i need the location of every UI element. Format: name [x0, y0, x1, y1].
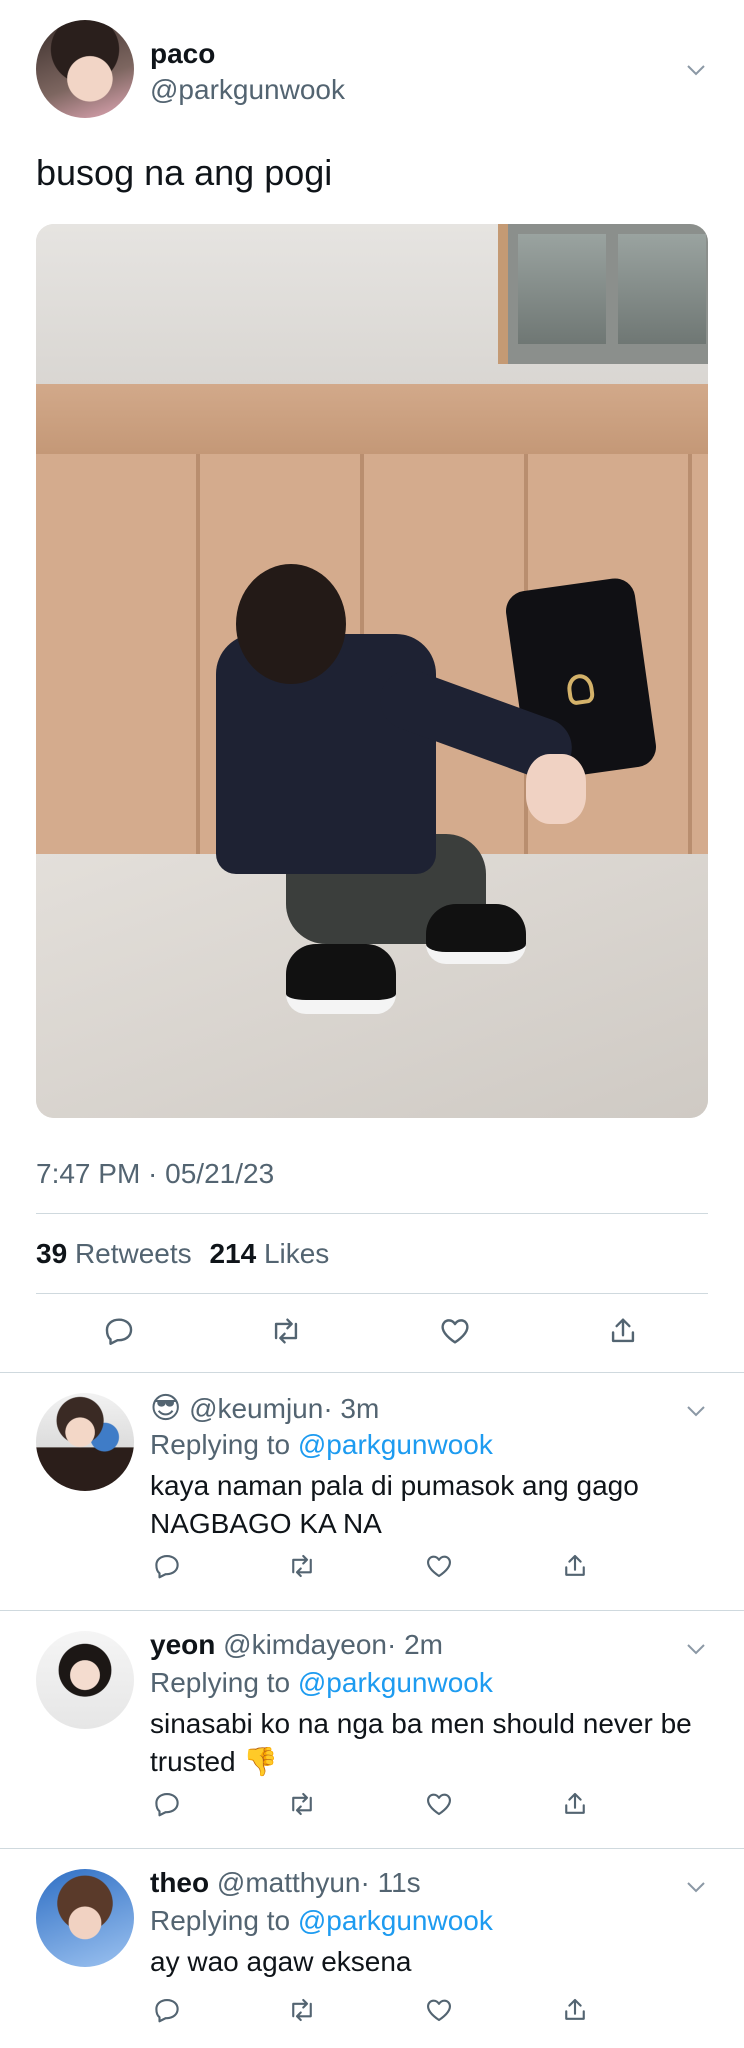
share-icon[interactable]	[560, 1551, 590, 1581]
divider	[36, 1213, 708, 1214]
retweet-icon[interactable]	[287, 1551, 317, 1581]
heart-icon[interactable]	[424, 1789, 454, 1819]
reply-handle[interactable]: @matthyun	[217, 1867, 361, 1898]
chevron-down-icon[interactable]	[684, 58, 708, 82]
reply-actions	[150, 1551, 710, 1591]
reply-actions	[150, 1789, 710, 1829]
heart-icon[interactable]	[424, 1995, 454, 2025]
reply-text: kaya naman pala di pumasok ang gago NAGB…	[150, 1470, 639, 1539]
reply-handle[interactable]: @keumjun	[189, 1393, 323, 1424]
reply-header: 😎 @keumjun· 3m	[150, 1391, 379, 1426]
replying-mention[interactable]: @parkgunwook	[298, 1667, 493, 1698]
reply-time[interactable]: · 11s	[361, 1867, 421, 1898]
chevron-down-icon[interactable]	[684, 1399, 708, 1423]
heart-icon[interactable]	[424, 1551, 454, 1581]
reply-handle[interactable]: @kimdayeon	[223, 1629, 387, 1660]
share-icon[interactable]	[560, 1789, 590, 1819]
reply-item[interactable]: yeon @kimdayeon· 2m Replying to @parkgun…	[0, 1611, 744, 1847]
tweet-detail-page: paco @parkgunwook busog na ang pogi 7:47…	[0, 0, 744, 2048]
replying-label: Replying to	[150, 1429, 291, 1460]
reply-avatar[interactable]	[36, 1631, 134, 1729]
reply-name-emoji: 😎	[150, 1392, 182, 1425]
tweet-header: paco @parkgunwook	[36, 20, 708, 120]
reply-text: ay wao agaw eksena	[150, 1946, 412, 1977]
replying-to: Replying to @parkgunwook	[150, 1905, 493, 1937]
replying-label: Replying to	[150, 1905, 291, 1936]
replying-to: Replying to @parkgunwook	[150, 1667, 493, 1699]
reply-name[interactable]: theo	[150, 1867, 209, 1898]
share-icon[interactable]	[560, 1995, 590, 2025]
share-icon[interactable]	[606, 1314, 640, 1348]
reply-item[interactable]: 😎 @keumjun· 3m Replying to @parkgunwook …	[0, 1373, 744, 1609]
reply-time[interactable]: · 3m	[323, 1393, 379, 1424]
divider	[36, 1293, 708, 1294]
likes-label[interactable]: Likes	[264, 1238, 329, 1269]
reply-icon[interactable]	[102, 1314, 136, 1348]
reply-time[interactable]: · 2m	[387, 1629, 443, 1660]
author-name[interactable]: paco	[150, 38, 215, 70]
replying-to: Replying to @parkgunwook	[150, 1429, 493, 1461]
heart-icon[interactable]	[438, 1314, 472, 1348]
reply-actions	[150, 1995, 710, 2035]
reply-header: theo @matthyun· 11s	[150, 1867, 421, 1899]
reply-avatar[interactable]	[36, 1393, 134, 1491]
retweet-icon[interactable]	[287, 1789, 317, 1819]
replying-mention[interactable]: @parkgunwook	[298, 1905, 493, 1936]
reply-header: yeon @kimdayeon· 2m	[150, 1629, 443, 1661]
retweet-icon[interactable]	[287, 1995, 317, 2025]
author-avatar[interactable]	[36, 20, 134, 118]
reply-icon[interactable]	[152, 1551, 182, 1581]
reply-name[interactable]: yeon	[150, 1629, 215, 1660]
reply-icon[interactable]	[152, 1995, 182, 2025]
retweets-count[interactable]: 39	[36, 1238, 67, 1269]
tweet-photo[interactable]	[36, 224, 708, 1118]
reply-icon[interactable]	[152, 1789, 182, 1819]
replying-label: Replying to	[150, 1667, 291, 1698]
tweet-stats: 39 Retweets 214 Likes	[36, 1238, 329, 1270]
tweet-timestamp[interactable]: 7:47 PM · 05/21/23	[36, 1158, 274, 1190]
retweet-icon[interactable]	[269, 1314, 303, 1348]
tweet-actions	[36, 1314, 708, 1354]
author-handle[interactable]: @parkgunwook	[150, 74, 345, 106]
replying-mention[interactable]: @parkgunwook	[298, 1429, 493, 1460]
reply-item[interactable]: theo @matthyun· 11s Replying to @parkgun…	[0, 1849, 744, 2048]
tweet-text: busog na ang pogi	[36, 152, 333, 193]
reply-avatar[interactable]	[36, 1869, 134, 1967]
chevron-down-icon[interactable]	[684, 1875, 708, 1899]
reply-text: sinasabi ko na nga ba men should never b…	[150, 1708, 692, 1777]
chevron-down-icon[interactable]	[684, 1637, 708, 1661]
likes-count[interactable]: 214	[209, 1238, 256, 1269]
retweets-label[interactable]: Retweets	[75, 1238, 192, 1269]
